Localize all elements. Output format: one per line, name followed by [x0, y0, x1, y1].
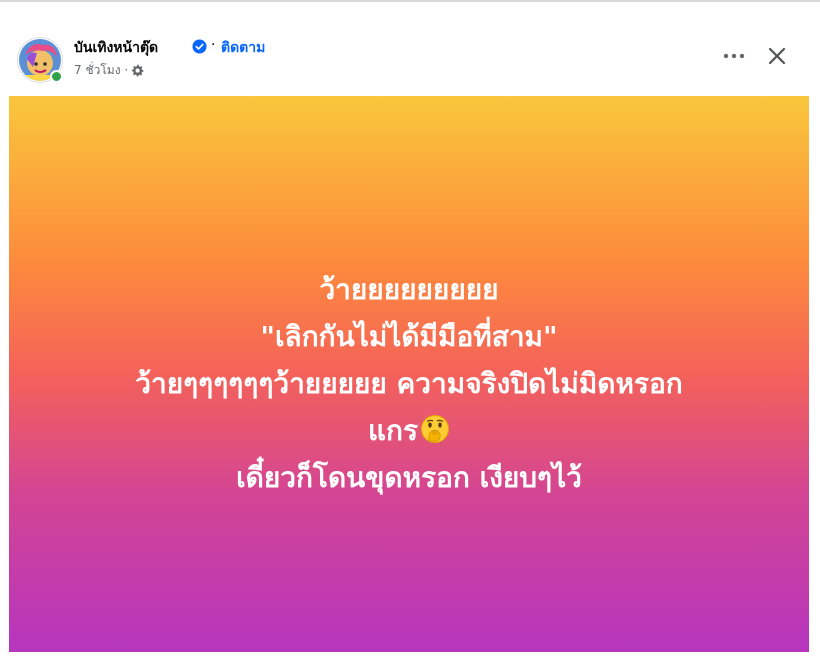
post-text-line-4: แกร — [367, 414, 419, 447]
text-post-card[interactable]: ว้ายยยยยยยยย "เลิกกันไม่ได้มีมือที่สาม" … — [9, 96, 809, 652]
post-header: บันเทิงหน้าตุ๊ด · ติดตาม 7 ชั่วโมง · — [0, 0, 820, 96]
gear-icon[interactable] — [131, 64, 144, 77]
post-text-line-5: เดี๋ยวก็โดนขุดหรอก เงียบๆไว้ — [236, 461, 582, 494]
close-icon — [768, 47, 786, 65]
follow-button[interactable]: ติดตาม — [221, 37, 265, 59]
more-options-icon — [723, 53, 745, 59]
post-text-line-1: ว้ายยยยยยยยย — [319, 273, 499, 306]
page-name-link[interactable]: บันเทิงหน้าตุ๊ด — [74, 37, 158, 59]
page-avatar[interactable] — [17, 37, 63, 83]
more-options-button[interactable] — [720, 42, 748, 70]
post-meta: 7 ชั่วโมง · — [74, 61, 144, 80]
name-separator: · — [211, 37, 216, 53]
close-button[interactable] — [763, 42, 791, 70]
face-with-hand-over-mouth-emoji-icon — [420, 414, 450, 444]
post-text-line-4-row: แกร — [9, 407, 809, 454]
online-status-dot — [50, 70, 63, 83]
post-text-line-3: ว้ายๆๆๆๆๆๆว้ายยยยย ความจริงปิดไม่มิดหรอก — [135, 367, 683, 400]
post-text: ว้ายยยยยยยยย "เลิกกันไม่ได้มีมือที่สาม" … — [9, 266, 809, 501]
post-text-line-2: "เลิกกันไม่ได้มีมือที่สาม" — [260, 320, 558, 353]
post-timestamp[interactable]: 7 ชั่วโมง · — [74, 61, 128, 80]
verified-badge-icon — [192, 39, 207, 54]
